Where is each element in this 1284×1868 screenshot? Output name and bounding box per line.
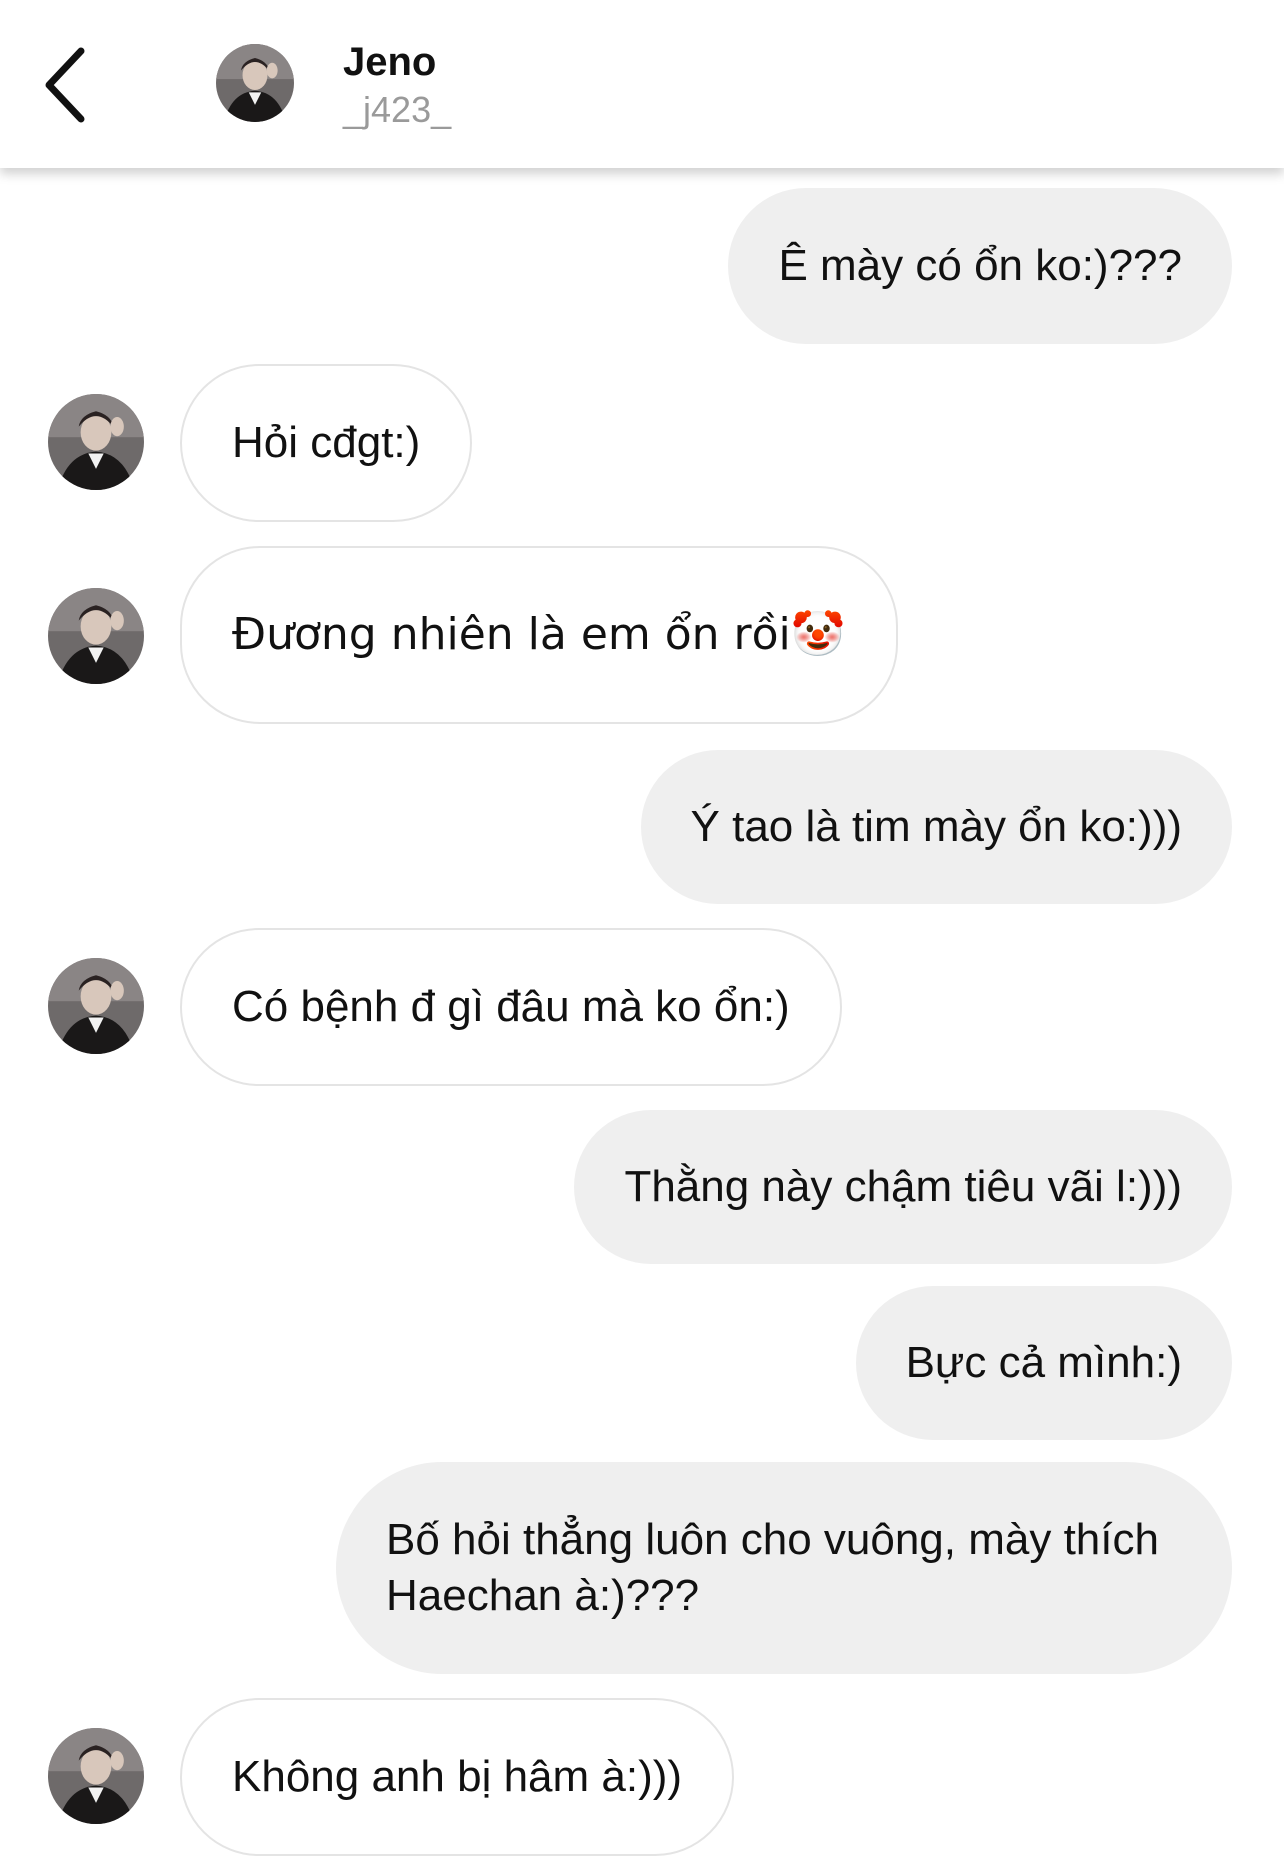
contact-name[interactable]: Jeno (343, 40, 436, 84)
avatar[interactable] (48, 1728, 144, 1824)
chat-header: Jeno _j423_ (0, 0, 1284, 168)
message-text: Bực cả mình:) (905, 1338, 1182, 1387)
avatar[interactable] (48, 958, 144, 1054)
message-text: Đương nhiên là em ổn rồi🤡 (232, 609, 846, 660)
message-text: Ê mày có ổn ko:)??? (778, 241, 1182, 290)
outgoing-message[interactable]: Bực cả mình:) (855, 1286, 1232, 1440)
outgoing-message[interactable]: Thằng này chậm tiêu vãi l:))) (574, 1110, 1232, 1264)
incoming-message[interactable]: Có bệnh đ gì đâu mà ko ổn:) (180, 928, 842, 1086)
incoming-message[interactable]: Hỏi cđgt:) (180, 364, 473, 522)
message-text: Ý tao là tim mày ổn ko:))) (690, 802, 1182, 851)
avatar[interactable] (48, 394, 144, 490)
message-text: Bố hỏi thẳng luôn cho vuông, mày thích H… (386, 1515, 1159, 1620)
message-text: Có bệnh đ gì đâu mà ko ổn:) (232, 982, 790, 1031)
outgoing-message[interactable]: Ê mày có ổn ko:)??? (728, 188, 1232, 344)
message-text: Hỏi cđgt:) (232, 418, 421, 467)
avatar[interactable] (216, 44, 294, 122)
outgoing-message[interactable]: Bố hỏi thẳng luôn cho vuông, mày thích H… (336, 1462, 1232, 1674)
contact-handle: _j423_ (343, 89, 452, 130)
outgoing-message[interactable]: Ý tao là tim mày ổn ko:))) (640, 750, 1232, 904)
incoming-message[interactable]: Đương nhiên là em ổn rồi🤡 (180, 546, 898, 724)
chevron-left-icon (45, 47, 85, 123)
avatar[interactable] (48, 588, 144, 684)
message-text: Thằng này chậm tiêu vãi l:))) (624, 1162, 1182, 1211)
incoming-message[interactable]: Không anh bị hâm à:))) (180, 1698, 735, 1856)
message-text: Không anh bị hâm à:))) (232, 1752, 683, 1801)
back-button[interactable] (30, 40, 100, 130)
